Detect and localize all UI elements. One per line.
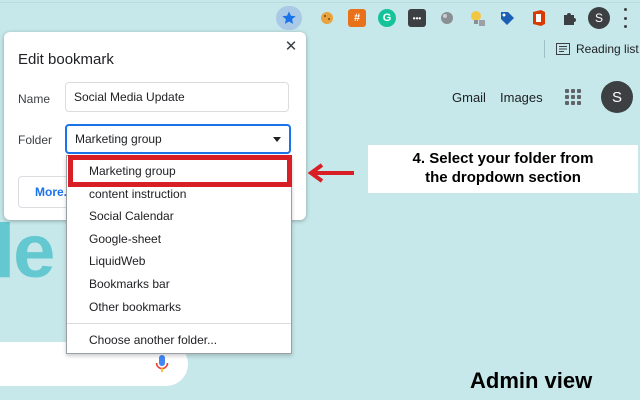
dropdown-option[interactable]: Bookmarks bar bbox=[67, 273, 291, 295]
hash-extension-icon[interactable]: # bbox=[348, 9, 366, 27]
choose-another-folder-option[interactable]: Choose another folder... bbox=[67, 329, 291, 351]
grammarly-icon[interactable]: G bbox=[378, 9, 396, 27]
dropdown-option[interactable]: LiquidWeb bbox=[67, 250, 291, 272]
dropdown-option[interactable]: Other bookmarks bbox=[67, 296, 291, 318]
admin-view-caption: Admin view bbox=[470, 368, 593, 393]
cookie-extension-icon[interactable] bbox=[318, 9, 336, 27]
toolbar-divider bbox=[0, 2, 640, 3]
dropdown-option[interactable]: Google-sheet bbox=[67, 228, 291, 250]
microphone-icon[interactable] bbox=[155, 355, 169, 373]
puzzle-extensions-icon[interactable] bbox=[560, 9, 578, 27]
annotation-highlight-box bbox=[68, 155, 292, 187]
keyboard-extension-icon[interactable]: ••• bbox=[408, 9, 426, 27]
tag-extension-icon[interactable] bbox=[498, 9, 516, 27]
chevron-down-icon bbox=[273, 136, 281, 142]
globe-extension-icon[interactable] bbox=[438, 9, 456, 27]
star-icon bbox=[282, 11, 296, 24]
folder-select[interactable]: Marketing group bbox=[65, 124, 291, 154]
dialog-title: Edit bookmark bbox=[18, 51, 114, 68]
office-icon[interactable] bbox=[530, 9, 548, 27]
profile-initial: S bbox=[594, 11, 603, 25]
name-field[interactable]: Social Media Update bbox=[65, 82, 289, 112]
menu-kebab-icon[interactable] bbox=[622, 8, 628, 28]
callout-line-1: 4. Select your folder from bbox=[412, 150, 594, 167]
lightbulb-extension-icon[interactable] bbox=[468, 9, 486, 27]
images-link[interactable]: Images bbox=[500, 90, 543, 105]
google-apps-icon[interactable] bbox=[565, 89, 581, 105]
name-value: Social Media Update bbox=[74, 90, 185, 104]
google-logo-fragment: le bbox=[0, 209, 55, 294]
annotation-arrow-icon bbox=[307, 163, 354, 183]
callout-line-2: the dropdown section bbox=[425, 169, 581, 186]
profile-button[interactable]: S bbox=[588, 7, 610, 29]
folder-value: Marketing group bbox=[75, 132, 162, 146]
reading-list-button[interactable]: Reading list bbox=[556, 40, 639, 58]
avatar-initial: S bbox=[611, 88, 622, 106]
dropdown-option[interactable]: Social Calendar bbox=[67, 205, 291, 227]
close-icon[interactable]: ✕ bbox=[284, 39, 298, 54]
browser-toolbar: # G ••• S bbox=[0, 0, 640, 36]
gmail-link[interactable]: Gmail bbox=[452, 90, 486, 105]
bookmark-star-button[interactable] bbox=[276, 6, 302, 30]
folder-label: Folder bbox=[18, 133, 53, 147]
annotation-callout: 4. Select your folder from the dropdown … bbox=[368, 145, 638, 193]
dropdown-divider bbox=[67, 323, 291, 324]
name-label: Name bbox=[18, 92, 51, 106]
account-avatar[interactable]: S bbox=[601, 81, 633, 113]
bookmarks-bar-separator bbox=[544, 40, 545, 58]
reading-list-icon bbox=[556, 43, 570, 55]
reading-list-label: Reading list bbox=[576, 42, 639, 56]
